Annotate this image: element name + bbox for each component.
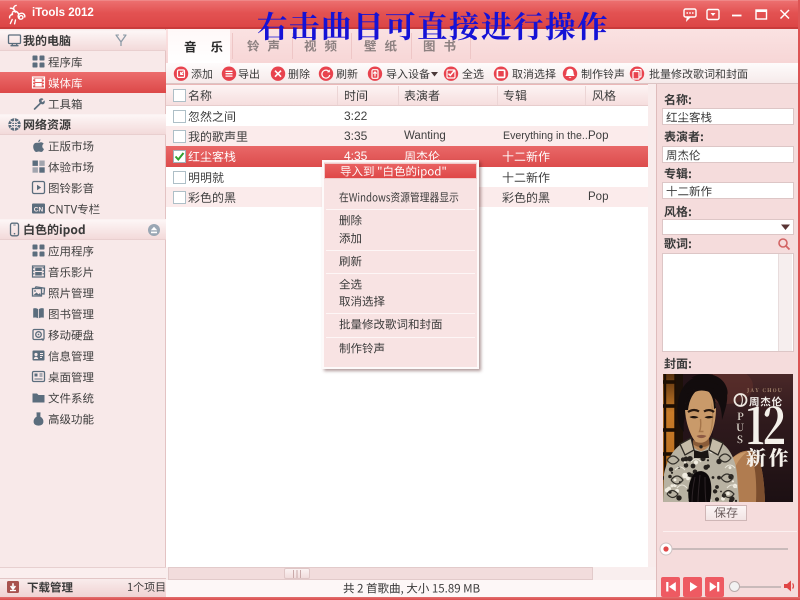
- svg-text:CN: CN: [34, 206, 44, 213]
